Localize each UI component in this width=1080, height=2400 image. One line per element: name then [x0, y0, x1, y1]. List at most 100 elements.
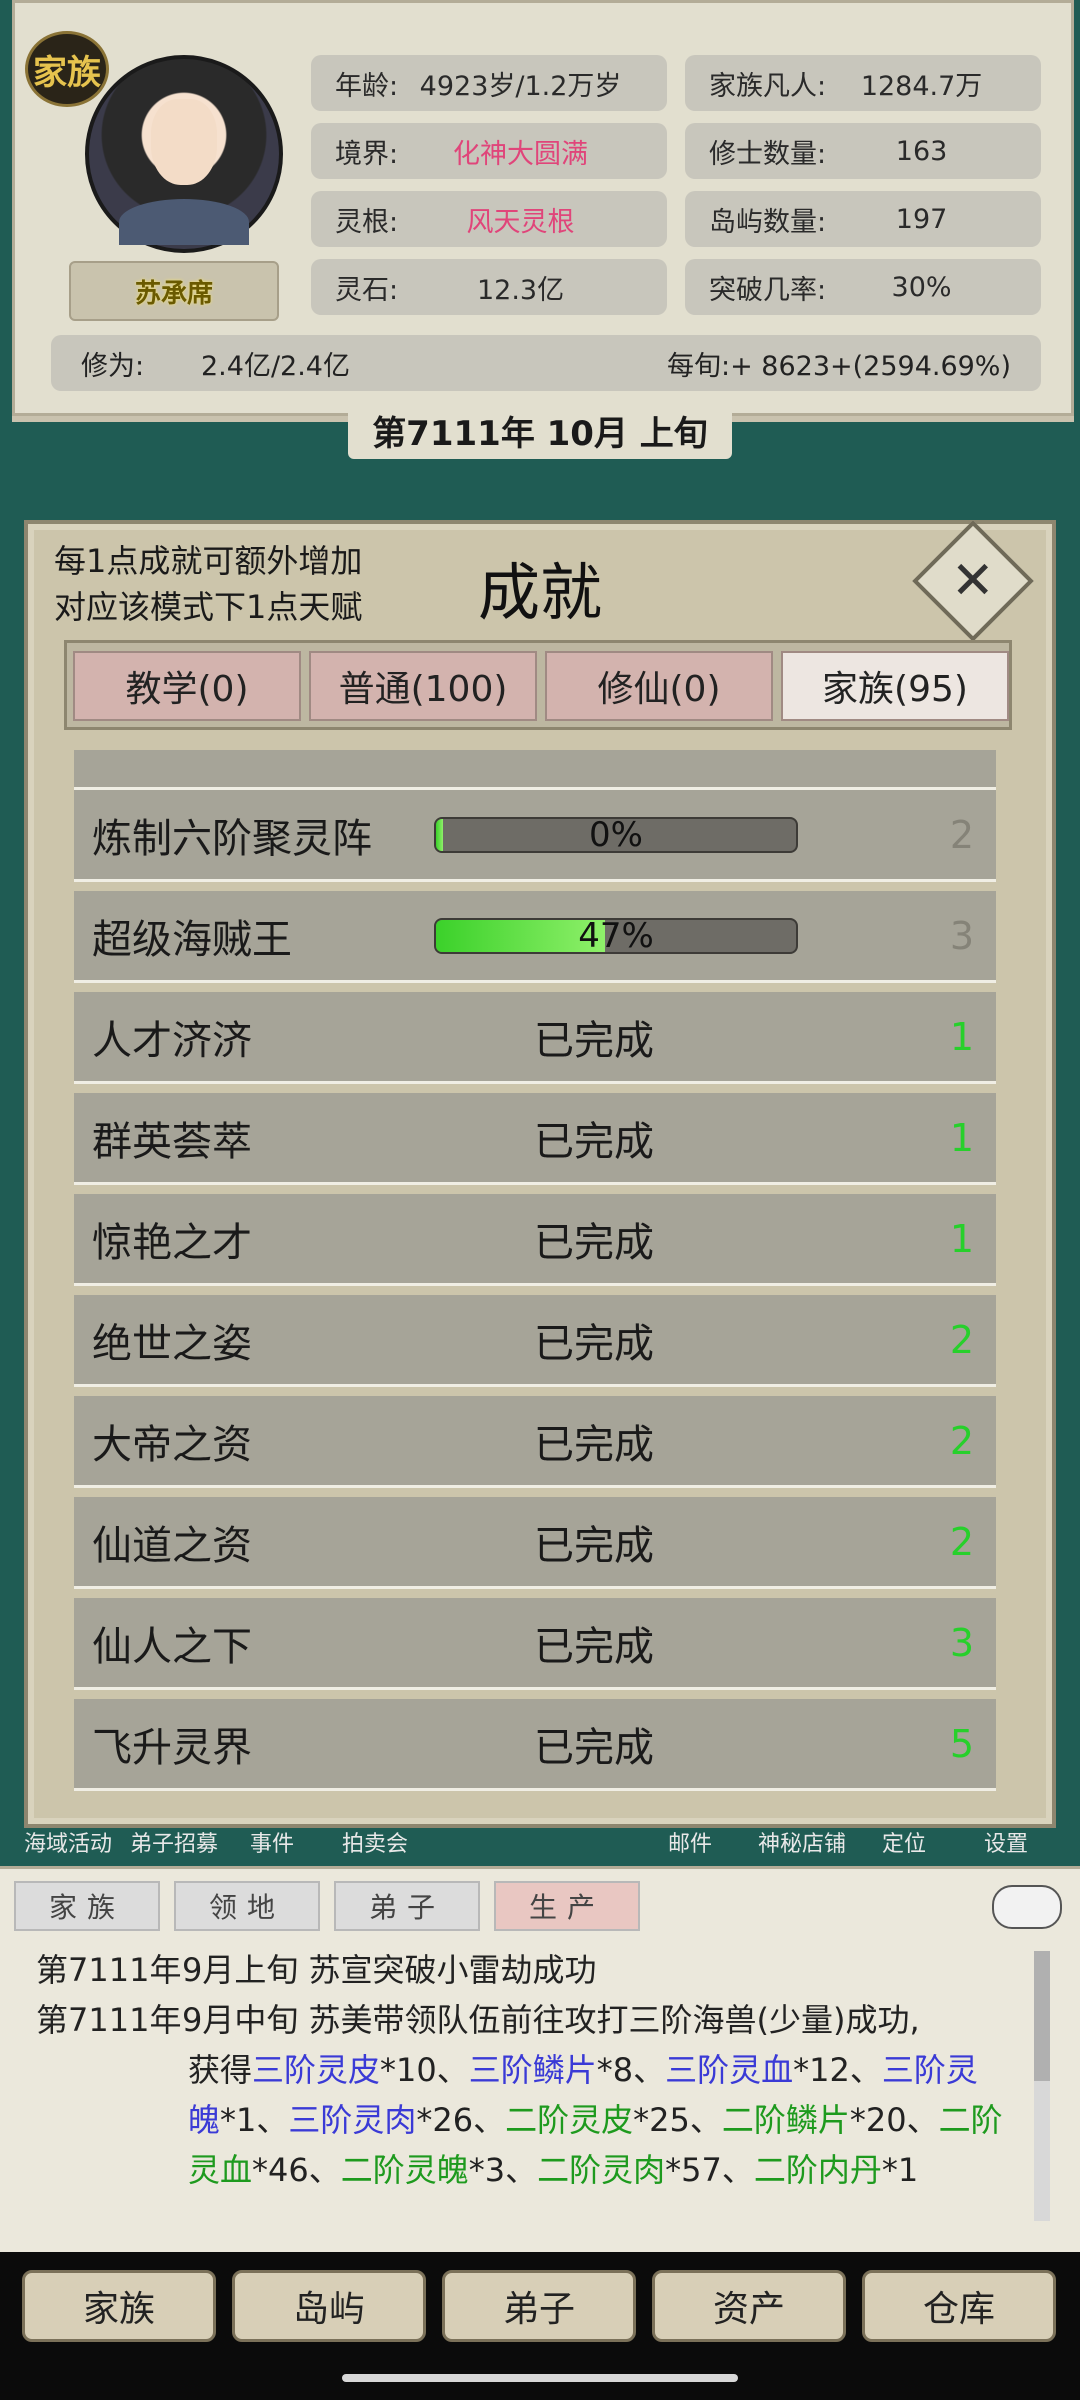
loot-item-name: 三阶鳞片: [468, 2051, 597, 2089]
hint-line: 每1点成就可额外增加: [54, 542, 363, 580]
stat-age: 年龄: 4923岁/1.2万岁: [311, 55, 667, 111]
avatar-face: [151, 99, 217, 185]
tab-normal[interactable]: 普通(100): [309, 651, 537, 721]
log-scrollbar[interactable]: [1034, 1951, 1050, 2221]
character-name[interactable]: 苏承席: [69, 261, 279, 321]
menu-recruit[interactable]: 弟子招募: [130, 1826, 218, 1858]
nav-clan-button[interactable]: 家族: [22, 2270, 216, 2342]
list-item: [74, 750, 996, 790]
tab-teaching[interactable]: 教学(0): [73, 651, 301, 721]
log-body[interactable]: 第7111年9月上旬 苏宣突破小雷劫成功 第7111年9月中旬 苏美带领队伍前往…: [36, 1945, 1004, 2245]
loot-item-qty: *1、: [220, 2101, 289, 2139]
stat-label: 灵根:: [335, 206, 399, 238]
character-avatar[interactable]: [85, 55, 283, 253]
achievement-tabs: 教学(0) 普通(100) 修仙(0) 家族(95): [64, 640, 1012, 730]
progress-text: 0%: [589, 816, 643, 853]
stat-value: 1284.7万: [860, 70, 983, 102]
log-entry: 第7111年9月中旬 苏美带领队伍前往攻打三阶海兽(少量)成功,: [36, 1995, 1004, 2045]
achievement-status: 已完成: [534, 1421, 654, 1468]
loot-item-name: 二阶灵皮: [505, 2101, 634, 2139]
home-indicator[interactable]: [342, 2374, 738, 2382]
bottom-nav: 家族 岛屿 弟子 资产 仓库: [0, 2252, 1080, 2400]
stat-value: 163: [895, 135, 948, 167]
achievement-progress-bar: 47%: [434, 917, 798, 954]
nav-warehouse-button[interactable]: 仓库: [862, 2270, 1056, 2342]
achievement-name: 惊艳之才: [92, 1219, 252, 1266]
achievement-points: 1: [949, 1014, 974, 1059]
clan-badge-icon[interactable]: 家族: [25, 31, 109, 107]
nav-disciples-button[interactable]: 弟子: [442, 2270, 636, 2342]
hint-line: 对应该模式下1点天赋: [54, 588, 363, 626]
achievement-name: 大帝之资: [92, 1421, 252, 1468]
achievement-points: 2: [949, 1418, 974, 1463]
log-entry: 第7111年9月上旬 苏宣突破小雷劫成功: [36, 1945, 1004, 1995]
close-button[interactable]: ✕: [912, 520, 1034, 642]
tab-cultivation[interactable]: 修仙(0): [545, 651, 773, 721]
menu-locate[interactable]: 定位: [882, 1826, 926, 1858]
stat-cultivator-count: 修士数量: 163: [685, 123, 1041, 179]
list-item: 惊艳之才 已完成 1: [74, 1194, 996, 1286]
stat-label: 突破几率:: [709, 274, 827, 306]
stat-value: 197: [895, 203, 948, 235]
log-date: 第7111年: [36, 2001, 182, 2039]
loot-item-qty: *25、: [633, 2101, 722, 2139]
stat-realm: 境界: 化神大圆满: [311, 123, 667, 179]
achievement-name: 仙道之资: [92, 1522, 252, 1569]
menu-mystery-shop[interactable]: 神秘店铺: [758, 1826, 846, 1858]
stat-clan-mortals: 家族凡人: 1284.7万: [685, 55, 1041, 111]
list-item: 大帝之资 已完成 2: [74, 1396, 996, 1488]
menu-sea-events[interactable]: 海域活动: [24, 1826, 112, 1858]
loot-item-qty: *57、: [665, 2151, 754, 2189]
tab-clan[interactable]: 家族(95): [781, 651, 1009, 721]
loot-item-name: 三阶灵血: [665, 2051, 794, 2089]
character-status-panel: 家族 苏承席 年龄: 4923岁/1.2万岁 境界: 化神大圆满 灵根: 风天灵…: [12, 0, 1074, 416]
log-filter-icon[interactable]: [992, 1885, 1062, 1929]
loot-item-name: 三阶灵皮: [252, 2051, 381, 2089]
achievement-points: 3: [949, 1620, 974, 1665]
achievement-points: 2: [949, 812, 974, 857]
menu-auction[interactable]: 拍卖会: [342, 1826, 408, 1858]
loot-item-qty: *12、: [793, 2051, 882, 2089]
stat-value: 风天灵根: [466, 206, 575, 238]
log-tab-territory[interactable]: 领地: [174, 1881, 320, 1931]
log-tab-disciples[interactable]: 弟子: [334, 1881, 480, 1931]
achievement-status: 已完成: [534, 1522, 654, 1569]
list-item: 绝世之姿 已完成 2: [74, 1295, 996, 1387]
achievement-status: 已完成: [534, 1219, 654, 1266]
event-log-panel: 家族 领地 弟子 生产 第7111年9月上旬 苏宣突破小雷劫成功 第7111年9…: [0, 1866, 1080, 2255]
menu-events[interactable]: 事件: [250, 1826, 294, 1858]
loot-item-name: 二阶灵肉: [537, 2151, 666, 2189]
achievement-name: 人才济济: [92, 1017, 252, 1064]
stat-spirit-stones: 灵石: 12.3亿: [311, 259, 667, 315]
stat-label: 家族凡人:: [709, 70, 827, 102]
dialog-title: 成就: [478, 556, 603, 629]
stat-label: 年龄:: [335, 70, 399, 102]
achievement-hint: 每1点成就可额外增加 对应该模式下1点天赋: [54, 538, 362, 630]
stat-label: 修士数量:: [709, 138, 827, 170]
scrollbar-thumb[interactable]: [1034, 1951, 1050, 2081]
loot-item-qty: *10、: [380, 2051, 469, 2089]
log-tab-clan[interactable]: 家族: [14, 1881, 160, 1931]
list-item: 仙道之资 已完成 2: [74, 1497, 996, 1589]
achievement-dialog: 每1点成就可额外增加 对应该模式下1点天赋 成就 ✕ 教学(0) 普通(100)…: [24, 520, 1056, 1828]
avatar-robe: [119, 199, 249, 245]
nav-assets-button[interactable]: 资产: [652, 2270, 846, 2342]
close-icon: ✕: [951, 550, 995, 611]
menu-settings[interactable]: 设置: [984, 1826, 1028, 1858]
game-date-banner: 第7111年 10月 上旬: [0, 400, 1080, 460]
achievement-name: 群英荟萃: [92, 1118, 252, 1165]
loot-item-qty: *46、: [252, 2151, 341, 2189]
list-item: 飞升灵界 已完成 5: [74, 1699, 996, 1791]
list-item: 超级海贼王 47% 3: [74, 891, 996, 983]
loot-item-qty: *8、: [596, 2051, 666, 2089]
achievement-progress-bar: 0%: [434, 816, 798, 853]
nav-islands-button[interactable]: 岛屿: [232, 2270, 426, 2342]
log-text: 9月中旬 苏美带领队伍前往攻打三阶海兽(少量)成功,: [182, 2001, 920, 2039]
list-item: 炼制六阶聚灵阵 0% 2: [74, 790, 996, 882]
log-tab-production[interactable]: 生产: [494, 1881, 640, 1931]
menu-mail[interactable]: 邮件: [668, 1826, 712, 1858]
achievement-points: 1: [949, 1216, 974, 1261]
achievement-list[interactable]: 炼制六阶聚灵阵 0% 2 超级海贼王 47% 3 人才济济 已完成 1 群英荟萃…: [74, 750, 996, 1810]
stat-value: 30%: [891, 271, 952, 303]
achievement-name: 飞升灵界: [92, 1724, 252, 1771]
